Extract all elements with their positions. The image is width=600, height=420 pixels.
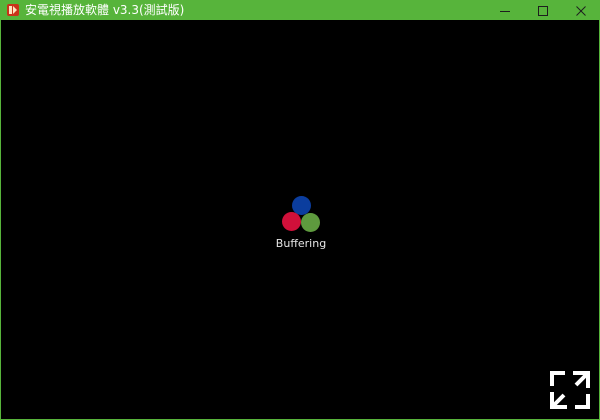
app-logo-icon [7, 4, 19, 16]
maximize-button[interactable] [525, 1, 561, 20]
spinner-dot-red [282, 212, 301, 231]
window-title: 安電視播放軟體 v3.3(測試版) [25, 3, 185, 17]
minimize-button[interactable] [487, 1, 523, 20]
close-icon [576, 5, 586, 16]
buffering-spinner [280, 195, 322, 235]
minimize-icon [500, 10, 510, 12]
spinner-dot-green [301, 213, 320, 232]
maximize-icon [538, 5, 548, 16]
close-button[interactable] [563, 1, 599, 20]
title-bar[interactable]: 安電視播放軟體 v3.3(測試版) [1, 1, 599, 20]
app-window: 安電視播放軟體 v3.3(測試版) Buffering [0, 0, 600, 420]
video-area[interactable]: Buffering [1, 20, 599, 419]
buffering-status: Buffering [275, 237, 327, 250]
fullscreen-icon[interactable] [549, 370, 591, 410]
